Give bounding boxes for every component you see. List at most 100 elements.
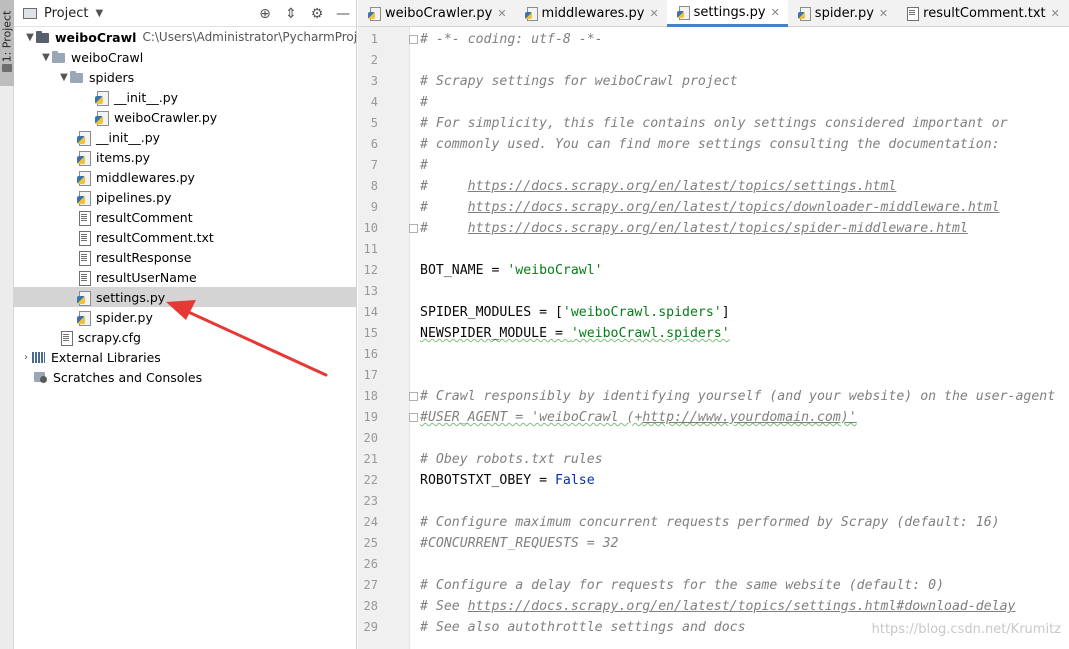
tab-middlewares[interactable]: middlewares.py ✕: [515, 0, 667, 27]
tree-item-path: C:\Users\Administrator\PycharmProjec: [142, 30, 372, 44]
tab-spider[interactable]: spider.py ✕: [788, 0, 896, 27]
tree-item-file[interactable]: middlewares.py: [14, 167, 357, 187]
tab-label: weiboCrawler.py: [385, 6, 493, 21]
project-folder-icon: [23, 7, 37, 19]
code-line[interactable]: # Crawl responsibly by identifying yours…: [420, 386, 1055, 407]
locate-file-icon[interactable]: ⊕: [252, 0, 278, 27]
line-number: 16: [363, 347, 378, 361]
tab-resultcomment[interactable]: resultComment.txt ✕: [896, 0, 1068, 27]
code-line[interactable]: # -*- coding: utf-8 -*-: [420, 29, 603, 50]
line-number: 1: [370, 32, 378, 46]
tree-item-spiders[interactable]: ▼ spiders: [14, 67, 357, 87]
project-panel-header: Project ▼ ⊕ ⇕ ⚙ —: [14, 0, 356, 27]
tree-item-label: items.py: [96, 149, 151, 165]
code-line[interactable]: # See also autothrottle settings and doc…: [420, 617, 746, 638]
tree-item-file[interactable]: spider.py: [14, 307, 357, 327]
code-line[interactable]: NEWSPIDER_MODULE = 'weiboCrawl.spiders': [420, 323, 730, 344]
tree-item-file[interactable]: items.py: [14, 147, 357, 167]
line-number: 23: [363, 494, 378, 508]
code-line[interactable]: #USER_AGENT = 'weiboCrawl (+http://www.y…: [420, 407, 857, 428]
folder-icon: [52, 50, 66, 64]
fold-marker-icon[interactable]: [409, 392, 418, 401]
editor-tab-bar: weiboCrawler.py ✕ middlewares.py ✕ setti…: [358, 0, 1069, 27]
chevron-down-icon[interactable]: ▼: [95, 8, 103, 19]
code-line[interactable]: # https://docs.scrapy.org/en/latest/topi…: [420, 218, 968, 239]
expanded-arrow-icon[interactable]: ▼: [40, 52, 52, 63]
tree-item-file[interactable]: scrapy.cfg: [14, 327, 357, 347]
tree-item-file-selected[interactable]: settings.py: [14, 287, 357, 307]
collapsed-arrow-icon[interactable]: ›: [20, 352, 32, 363]
tab-weibocrawler[interactable]: weiboCrawler.py ✕: [358, 0, 515, 27]
tree-item-package[interactable]: ▼ weiboCrawl: [14, 47, 357, 67]
project-tree: ▼ weiboCrawl C:\Users\Administrator\Pych…: [14, 27, 371, 387]
tree-item-file[interactable]: resultUserName: [14, 267, 357, 287]
tree-item-label: resultComment: [96, 209, 193, 225]
tree-item-label: Scratches and Consoles: [53, 369, 203, 385]
code-editor[interactable]: 1 2 3 4 5 6 7 8 9 10 11 12 13 14 15 16 17 18 19 20 21 22 23 24 2…: [358, 27, 1069, 649]
code-line[interactable]: #: [420, 92, 428, 113]
project-panel: Project ▼ ⊕ ⇕ ⚙ — ▼ weiboCrawl C:\Users\…: [14, 0, 371, 649]
tree-item-file[interactable]: weiboCrawler.py: [14, 107, 357, 127]
code-line[interactable]: ROBOTSTXT_OBEY = False: [420, 470, 595, 491]
scratches-icon: [34, 371, 48, 384]
code-line[interactable]: # Obey robots.txt rules: [420, 449, 603, 470]
code-line[interactable]: # commonly used. You can find more setti…: [420, 134, 1000, 155]
fold-marker-icon[interactable]: [409, 224, 418, 233]
tree-item-label: External Libraries: [51, 349, 161, 365]
python-file-icon: [676, 5, 690, 20]
code-line[interactable]: #CONCURRENT_REQUESTS = 32: [420, 533, 619, 554]
tree-item-file[interactable]: resultComment: [14, 207, 357, 227]
close-icon[interactable]: ✕: [649, 7, 658, 20]
tree-item-root[interactable]: ▼ weiboCrawl C:\Users\Administrator\Pych…: [14, 27, 371, 47]
python-file-icon: [524, 7, 538, 21]
code-line[interactable]: #: [420, 155, 428, 176]
project-tool-window-button[interactable]: 1: Project: [0, 0, 14, 86]
fold-marker-icon[interactable]: [409, 35, 418, 44]
fold-marker-icon[interactable]: [409, 413, 418, 422]
code-line[interactable]: # https://docs.scrapy.org/en/latest/topi…: [420, 197, 1000, 218]
close-icon[interactable]: ✕: [771, 6, 780, 19]
project-view-selector[interactable]: Project: [44, 6, 88, 21]
tree-item-file[interactable]: pipelines.py: [14, 187, 357, 207]
code-line[interactable]: SPIDER_MODULES = ['weiboCrawl.spiders']: [420, 302, 730, 323]
hide-panel-icon[interactable]: —: [330, 0, 356, 27]
tree-item-label: __init__.py: [114, 89, 179, 105]
collapse-all-icon[interactable]: ⇕: [278, 0, 304, 27]
line-number: 27: [363, 578, 378, 592]
expanded-arrow-icon[interactable]: ▼: [24, 32, 36, 43]
line-number-gutter: 1 2 3 4 5 6 7 8 9 10 11 12 13 14 15 16 17 18 19 20 21 22 23 24 2…: [358, 27, 410, 649]
code-line[interactable]: # See https://docs.scrapy.org/en/latest/…: [420, 596, 1015, 617]
tree-item-label: resultResponse: [96, 249, 192, 265]
code-line[interactable]: # Scrapy settings for weiboCrawl project: [420, 71, 738, 92]
code-line[interactable]: # https://docs.scrapy.org/en/latest/topi…: [420, 176, 896, 197]
line-number: 25: [363, 536, 378, 550]
tree-item-label: __init__.py: [96, 129, 161, 145]
close-icon[interactable]: ✕: [879, 7, 888, 20]
tree-item-external-libraries[interactable]: › External Libraries: [14, 347, 357, 367]
tree-item-label: settings.py: [96, 289, 166, 305]
tool-window-strip: 1: Project: [0, 0, 14, 649]
tree-item-label: resultComment.txt: [96, 229, 214, 245]
line-number: 28: [363, 599, 378, 613]
tree-item-file[interactable]: __init__.py: [14, 87, 357, 107]
project-panel-toolbar: ⊕ ⇕ ⚙ —: [252, 0, 356, 27]
watermark: https://blog.csdn.net/Krumitz: [871, 622, 1061, 637]
code-line[interactable]: # Configure maximum concurrent requests …: [420, 512, 1000, 533]
close-icon[interactable]: ✕: [497, 7, 506, 20]
tree-item-file[interactable]: resultComment.txt: [14, 227, 357, 247]
tab-settings[interactable]: settings.py ✕: [666, 0, 788, 27]
code-line[interactable]: # For simplicity, this file contains onl…: [420, 113, 1008, 134]
tree-item-file[interactable]: __init__.py: [14, 127, 357, 147]
expanded-arrow-icon[interactable]: ▼: [58, 72, 70, 83]
tree-item-file[interactable]: resultResponse: [14, 247, 357, 267]
library-icon: [32, 351, 46, 364]
python-file-icon: [77, 290, 91, 306]
code-line[interactable]: # Configure a delay for requests for the…: [420, 575, 944, 596]
folder-icon: [36, 30, 50, 44]
python-file-icon: [95, 90, 109, 106]
tree-item-scratches[interactable]: Scratches and Consoles: [14, 367, 357, 387]
gear-icon[interactable]: ⚙: [304, 0, 330, 27]
code-line[interactable]: BOT_NAME = 'weiboCrawl': [420, 260, 603, 281]
python-file-icon: [95, 110, 109, 126]
close-icon[interactable]: ✕: [1051, 7, 1060, 20]
